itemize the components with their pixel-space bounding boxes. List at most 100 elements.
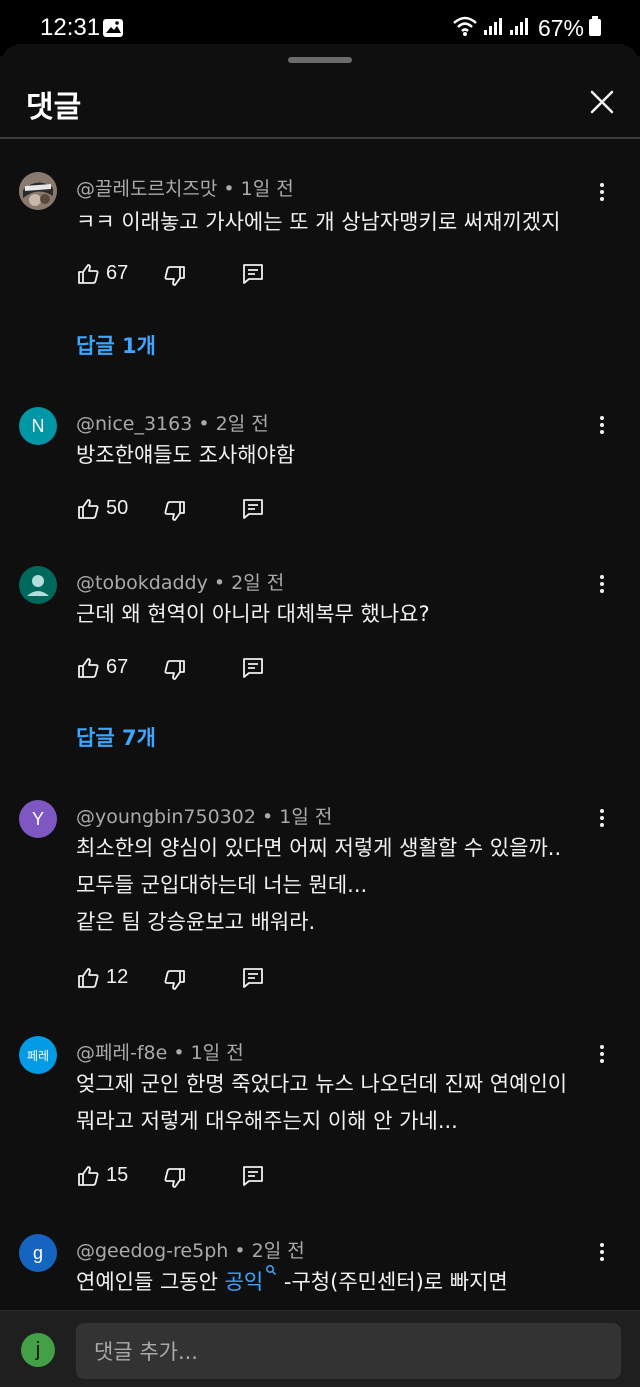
comment-meta: @tobokdaddy • 2일 전 <box>76 572 285 594</box>
more-vert-icon <box>600 809 604 827</box>
more-vert-icon <box>600 183 604 201</box>
status-time: 12:31 <box>40 14 101 41</box>
comment-text: 방조한얘들도 조사해야함 <box>76 437 295 474</box>
author-handle[interactable]: @페레-f8e <box>76 1042 167 1064</box>
dislike-icon[interactable] <box>163 658 187 682</box>
like-icon[interactable] <box>76 1164 100 1188</box>
comment-meta: @geedog-re5ph • 2일 전 <box>76 1240 305 1262</box>
comment-line: 근데 왜 현역이 아니라 대체복무 했나요? <box>76 602 430 626</box>
reply-icon[interactable] <box>241 656 265 680</box>
avatar-image <box>19 172 57 210</box>
search-link-text: 공익 <box>224 1270 264 1294</box>
comment-meta: @youngbin750302 • 1일 전 <box>76 806 333 828</box>
like-count: 67 <box>106 262 129 284</box>
comment-meta: @페레-f8e • 1일 전 <box>76 1042 244 1064</box>
header-divider <box>0 137 640 139</box>
comment-age: 2일 전 <box>251 1240 305 1262</box>
view-replies-link[interactable]: 답글 1개 <box>76 330 156 360</box>
comment-age: 1일 전 <box>279 806 333 828</box>
comment-actions: 15 <box>76 1162 276 1192</box>
like-icon[interactable] <box>76 656 100 680</box>
comment-text: 근데 왜 현역이 아니라 대체복무 했나요? <box>76 596 430 633</box>
search-icon <box>266 1265 277 1276</box>
signal-icon <box>482 15 504 41</box>
add-comment-bar: j 댓글 추가... <box>0 1310 640 1387</box>
comment-text: 엊그제 군인 한명 죽었다고 뉴스 나오던데 진짜 연예인이 뭐라고 저렇게 대… <box>76 1066 567 1140</box>
more-options-button[interactable] <box>590 572 614 596</box>
reply-icon[interactable] <box>241 262 265 286</box>
author-handle[interactable]: @끌레도르치즈맛 <box>76 178 217 200</box>
wifi-icon <box>452 15 478 41</box>
author-handle[interactable]: @youngbin750302 <box>76 806 256 828</box>
avatar[interactable] <box>19 566 57 604</box>
view-replies-link[interactable]: 답글 7개 <box>76 722 156 752</box>
dislike-icon[interactable] <box>163 968 187 992</box>
close-button[interactable] <box>584 84 620 120</box>
more-vert-icon <box>600 1045 604 1063</box>
like-icon[interactable] <box>76 262 100 286</box>
comment-line: ㅋㅋ 이래놓고 가사에는 또 개 상남자맹키로 써재끼겠지 <box>76 210 561 234</box>
comment-actions: 12 <box>76 964 276 994</box>
like-count: 50 <box>106 497 129 519</box>
like-count: 15 <box>106 1164 129 1186</box>
comment-meta: @nice_3163 • 2일 전 <box>76 413 269 435</box>
avatar-letter: Y <box>31 808 44 829</box>
drag-handle[interactable] <box>288 57 352 63</box>
comment-input[interactable]: 댓글 추가... <box>76 1323 621 1379</box>
more-options-button[interactable] <box>590 413 614 437</box>
avatar[interactable]: g <box>19 1234 57 1272</box>
more-options-button[interactable] <box>590 180 614 204</box>
like-count: 67 <box>106 656 129 678</box>
comment-age: 2일 전 <box>215 413 269 435</box>
avatar[interactable]: Y <box>19 800 57 838</box>
battery-percent: 67% <box>537 14 584 41</box>
status-indicators: 67% <box>452 14 602 42</box>
default-avatar-icon <box>27 575 49 596</box>
avatar[interactable]: N <box>19 407 57 445</box>
close-icon <box>590 90 614 114</box>
reply-icon[interactable] <box>241 497 265 521</box>
my-avatar: j <box>21 1333 55 1367</box>
comment-text: ㅋㅋ 이래놓고 가사에는 또 개 상남자맹키로 써재끼겠지 <box>76 204 560 241</box>
avatar-letter: j <box>35 1338 41 1361</box>
signal-icon-2 <box>508 15 530 41</box>
battery-icon <box>588 15 602 41</box>
comment-text: 최소한의 양심이 있다면 어찌 저렇게 생활할 수 있을까.. 모두들 군입대하… <box>76 830 561 941</box>
comment-actions: 50 <box>76 495 276 525</box>
comment-line: 같은 팀 강승윤보고 배워라. <box>76 910 316 934</box>
comment-line: 뭐라고 저렇게 대우해주는지 이해 안 가네... <box>76 1109 458 1133</box>
comment-text-part: -구청(주민센터)로 빠지면 <box>277 1270 508 1294</box>
reply-icon[interactable] <box>241 1164 265 1188</box>
comment-text-part: 연예인들 그동안 <box>76 1270 225 1294</box>
dislike-icon[interactable] <box>163 499 187 523</box>
comment-actions: 67 <box>76 654 276 684</box>
more-vert-icon <box>600 1243 604 1261</box>
author-handle[interactable]: @tobokdaddy <box>76 572 208 594</box>
gallery-icon <box>102 18 124 38</box>
comment-line: 최소한의 양심이 있다면 어찌 저렇게 생활할 수 있을까.. <box>76 836 562 860</box>
comment-meta: @끌레도르치즈맛 • 1일 전 <box>76 178 294 200</box>
like-count: 12 <box>106 966 129 988</box>
dislike-icon[interactable] <box>163 264 187 288</box>
comment-age: 1일 전 <box>190 1042 244 1064</box>
comment-text: 연예인들 그동안 공익 -구청(주민센터)로 빠지면 <box>76 1264 508 1301</box>
author-handle[interactable]: @geedog-re5ph <box>76 1240 228 1262</box>
sheet-title: 댓글 <box>26 90 82 125</box>
avatar-letter: 페레 <box>26 1048 50 1063</box>
more-options-button[interactable] <box>590 806 614 830</box>
author-handle[interactable]: @nice_3163 <box>76 413 192 435</box>
reply-icon[interactable] <box>241 966 265 990</box>
more-options-button[interactable] <box>590 1240 614 1264</box>
comment-age: 1일 전 <box>240 178 294 200</box>
more-options-button[interactable] <box>590 1042 614 1066</box>
avatar[interactable] <box>19 172 57 210</box>
avatar[interactable]: 페레 <box>19 1036 57 1074</box>
search-link[interactable]: 공익 <box>224 1265 278 1294</box>
like-icon[interactable] <box>76 966 100 990</box>
comment-input-placeholder: 댓글 추가... <box>94 1340 198 1364</box>
more-vert-icon <box>600 575 604 593</box>
like-icon[interactable] <box>76 497 100 521</box>
avatar-letter: g <box>32 1242 43 1263</box>
comment-age: 2일 전 <box>231 572 285 594</box>
dislike-icon[interactable] <box>163 1166 187 1190</box>
